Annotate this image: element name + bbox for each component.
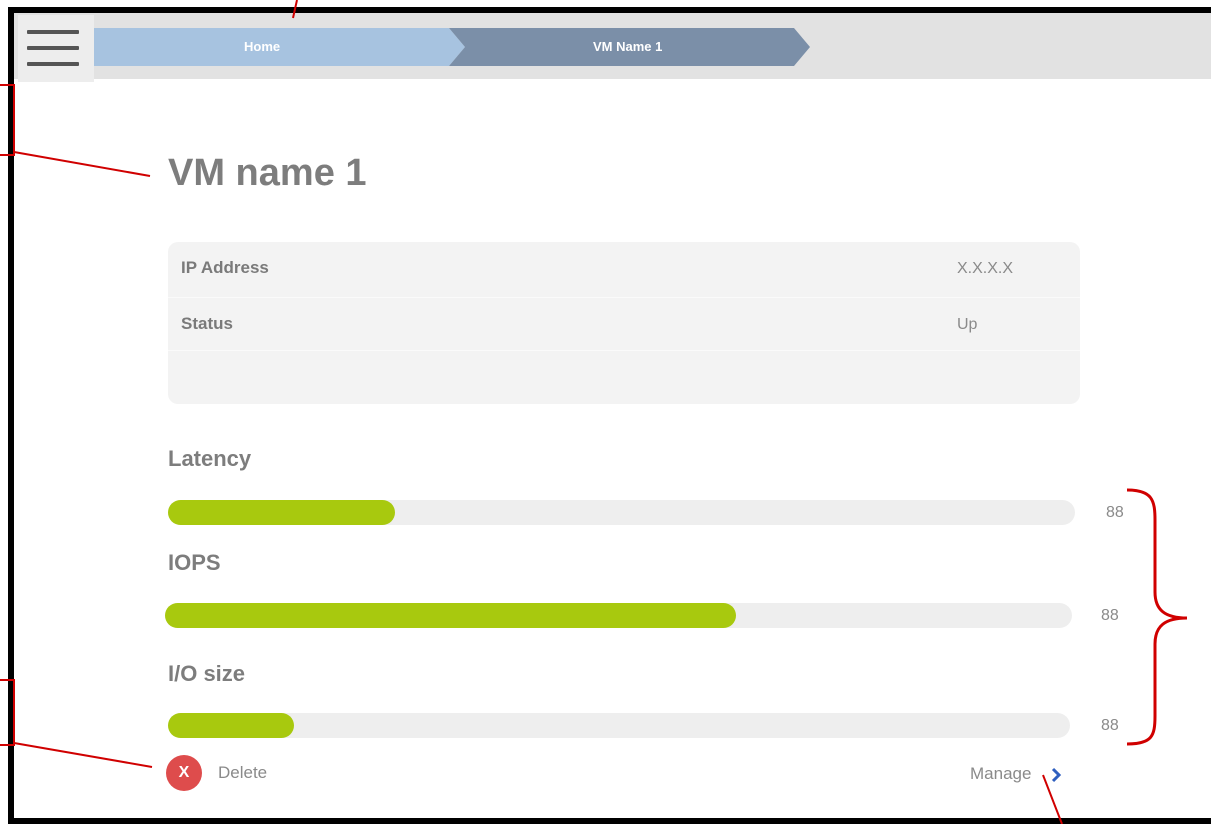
latency-value: 88 <box>1106 504 1124 521</box>
manage-link[interactable]: Manage <box>970 762 1062 788</box>
metric-label-io-size: I/O size <box>168 661 246 686</box>
page-title: VM name 1 <box>168 152 367 194</box>
info-key: Status <box>181 314 233 333</box>
breadcrumb: Home VM Name 1 <box>94 28 834 66</box>
delete-x-icon[interactable]: X <box>166 755 202 791</box>
io-size-value: 88 <box>1101 717 1119 734</box>
info-value: X.X.X.X <box>957 260 1014 277</box>
io-size-bar-track <box>168 713 1070 738</box>
iops-value: 88 <box>1101 607 1119 624</box>
delete-label[interactable]: Delete <box>218 763 267 783</box>
breadcrumb-item-vm-name[interactable]: VM Name 1 <box>593 39 662 54</box>
iops-bar-fill <box>165 603 737 628</box>
info-row-ip: IP Address X.X.X.X <box>168 242 1080 296</box>
app-frame <box>8 7 1211 824</box>
chevron-right-icon[interactable] <box>1050 766 1062 784</box>
io-size-bar-fill <box>168 713 295 738</box>
breadcrumb-item-home[interactable]: Home <box>244 39 280 54</box>
manage-label[interactable]: Manage <box>970 764 1031 784</box>
iops-bar-track <box>165 603 1072 628</box>
info-key: IP Address <box>181 258 269 277</box>
latency-bar-fill <box>168 500 395 525</box>
latency-bar-track <box>168 500 1075 525</box>
hamburger-menu-icon[interactable] <box>18 15 94 82</box>
metric-label-iops: IOPS <box>168 550 221 575</box>
info-value: Up <box>957 316 978 333</box>
info-row-status: Status Up <box>168 297 1080 352</box>
vm-info-card: IP Address X.X.X.X Status Up <box>168 242 1080 404</box>
delete-button[interactable]: X Delete <box>166 755 296 791</box>
info-row-empty <box>168 350 1080 404</box>
metric-label-latency: Latency <box>168 446 252 471</box>
